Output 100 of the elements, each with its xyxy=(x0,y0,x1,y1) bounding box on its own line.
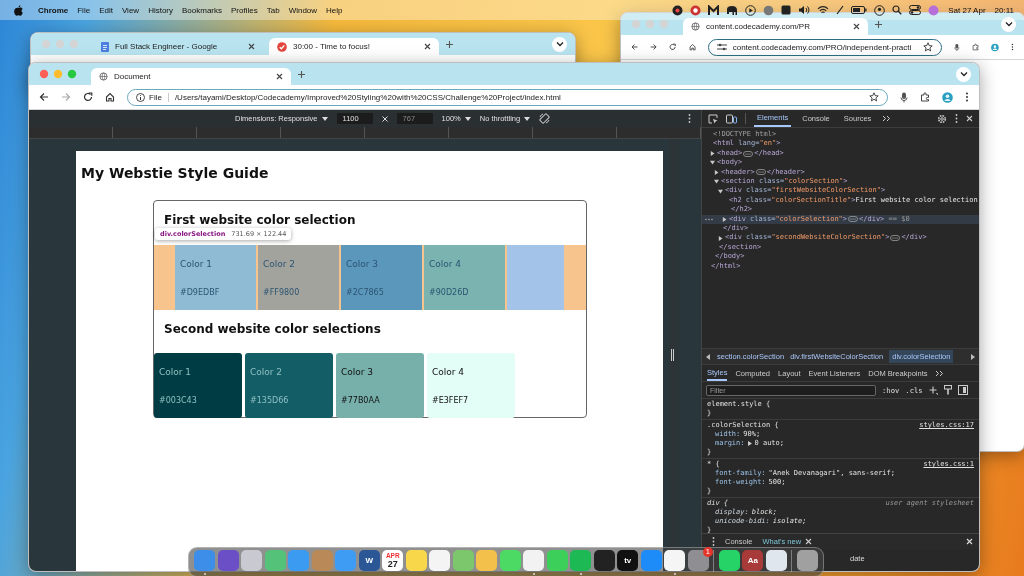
ellipsis-icon[interactable] xyxy=(848,216,859,223)
close-icon[interactable] xyxy=(424,43,431,50)
menu-item[interactable]: Help xyxy=(326,5,343,15)
app-icon[interactable]: tv xyxy=(617,550,639,571)
circle-icon[interactable] xyxy=(928,4,940,16)
toggle-icon[interactable] xyxy=(909,5,922,15)
menu-item[interactable]: Bookmarks xyxy=(182,5,223,15)
puzzle-icon[interactable] xyxy=(920,92,930,102)
user-icon[interactable] xyxy=(874,4,886,16)
app-icon[interactable] xyxy=(664,550,686,571)
reload-icon[interactable] xyxy=(669,42,677,52)
menu-item[interactable]: View xyxy=(121,5,140,15)
scroll-right-icon[interactable] xyxy=(970,353,975,360)
more-icon[interactable] xyxy=(965,92,969,102)
paint-roller-icon[interactable] xyxy=(943,385,952,395)
more-icon[interactable] xyxy=(1011,42,1014,52)
letter-m-icon[interactable] xyxy=(708,4,720,16)
address-bar[interactable]: File /Users/tayami/Desktop/Codecademy/Improved%20Styling%20with%20CSS/Challenge%20Project/index.html xyxy=(127,88,888,106)
swatch-label: Color 3 xyxy=(341,366,375,377)
forward-icon[interactable] xyxy=(650,42,658,52)
section-title: Second website color selections xyxy=(163,321,382,336)
volume-icon[interactable] xyxy=(798,5,811,15)
double-chevron-icon[interactable] xyxy=(882,115,892,122)
browser-tab[interactable]: content.codecademy.com/PR xyxy=(683,18,868,35)
collapsed-arrow-icon[interactable] xyxy=(714,169,719,175)
back-icon[interactable] xyxy=(39,92,49,102)
scroll-left-icon[interactable] xyxy=(706,353,711,360)
tab-search-button[interactable] xyxy=(956,66,971,82)
sidebar-icon[interactable] xyxy=(957,385,968,395)
menu-bar-date[interactable]: Sat 27 Apr xyxy=(948,5,986,15)
home-icon[interactable] xyxy=(105,92,115,102)
more-icon[interactable] xyxy=(955,114,958,123)
ellipsis-icon[interactable] xyxy=(705,217,713,221)
tune-icon[interactable] xyxy=(716,43,727,51)
ellipsis-icon[interactable] xyxy=(890,235,901,242)
swatch-hex: #003C43 xyxy=(159,395,198,405)
expanded-arrow-icon[interactable] xyxy=(718,188,723,194)
app-icon[interactable]: Aa xyxy=(742,550,764,571)
collapsed-arrow-icon[interactable] xyxy=(722,216,727,222)
more-icon[interactable] xyxy=(688,114,691,123)
microphone-icon[interactable] xyxy=(954,41,961,53)
site-info-chip[interactable]: File xyxy=(136,92,169,102)
star-icon[interactable] xyxy=(869,92,879,102)
check-icon xyxy=(277,41,287,52)
chevron-down-icon xyxy=(555,41,564,47)
close-icon[interactable] xyxy=(853,23,860,30)
browser-tab[interactable]: 30:00 - Time to focus! xyxy=(269,38,439,55)
resize-handle[interactable] xyxy=(671,349,674,361)
menu-item[interactable]: File xyxy=(77,5,91,15)
microphone-icon[interactable] xyxy=(900,91,908,103)
ellipsis-icon[interactable] xyxy=(743,150,754,157)
caret-down-icon xyxy=(321,116,328,121)
plus-icon[interactable] xyxy=(445,39,454,49)
menu-item[interactable]: Profiles xyxy=(231,5,258,15)
app-menu[interactable]: Chrome xyxy=(38,5,69,15)
swatch-label: Color 2 xyxy=(263,258,297,269)
tab-search-button[interactable] xyxy=(1001,16,1016,32)
browser-tab[interactable]: Full Stack Engineer - Google xyxy=(93,38,263,55)
address-bar[interactable]: content.codecademy.com/PRO/independent-practi xyxy=(707,38,943,56)
inspect-icon[interactable] xyxy=(708,113,718,124)
close-icon[interactable] xyxy=(248,43,255,50)
browser-tab[interactable]: Document xyxy=(91,68,291,85)
avatar-icon[interactable] xyxy=(991,41,1000,53)
device-icon[interactable] xyxy=(726,113,737,124)
swatch-label: Color 1 xyxy=(180,258,214,269)
menu-item[interactable]: History xyxy=(148,5,173,15)
more-icon[interactable] xyxy=(712,537,715,546)
menu-item[interactable]: Tab xyxy=(266,5,280,15)
plus-icon[interactable] xyxy=(297,69,306,79)
tab-search-button[interactable] xyxy=(552,36,567,52)
swatch-label: Color 3 xyxy=(346,258,380,269)
reload-icon[interactable] xyxy=(83,92,93,102)
slash-icon[interactable] xyxy=(836,5,845,15)
star-icon[interactable] xyxy=(923,42,934,52)
expanded-arrow-icon[interactable] xyxy=(714,179,719,185)
search-icon[interactable] xyxy=(892,5,903,15)
plus-icon[interactable] xyxy=(874,19,883,29)
settings-icon[interactable] xyxy=(937,113,947,124)
apple-icon[interactable] xyxy=(14,4,23,16)
battery-icon[interactable] xyxy=(851,6,868,14)
expanded-arrow-icon[interactable] xyxy=(710,160,715,166)
chevron-down-icon xyxy=(1004,21,1013,27)
url-text: content.codecademy.com/PRO/independent-practi xyxy=(732,42,912,52)
swatch-hex: #E3FEF7 xyxy=(432,395,470,405)
expand-arrow-icon[interactable] xyxy=(747,441,752,446)
menu-item[interactable]: Edit xyxy=(99,5,113,15)
menu-bar-clock[interactable]: 20:11 xyxy=(994,5,1014,15)
double-chevron-icon[interactable] xyxy=(935,369,945,377)
close-icon[interactable] xyxy=(276,73,283,80)
avatar-icon[interactable] xyxy=(942,91,953,103)
square-icon[interactable] xyxy=(781,5,792,15)
wifi-icon[interactable] xyxy=(817,5,830,15)
collapsed-arrow-icon[interactable] xyxy=(710,151,715,156)
back-icon[interactable] xyxy=(631,42,639,52)
rotate-icon[interactable] xyxy=(539,113,551,124)
play-icon[interactable] xyxy=(745,4,757,16)
menu-item[interactable]: Window xyxy=(288,5,318,15)
section-title: First website color selection xyxy=(163,212,357,227)
collapsed-arrow-icon[interactable] xyxy=(718,235,723,241)
ellipsis-icon[interactable] xyxy=(755,169,766,176)
